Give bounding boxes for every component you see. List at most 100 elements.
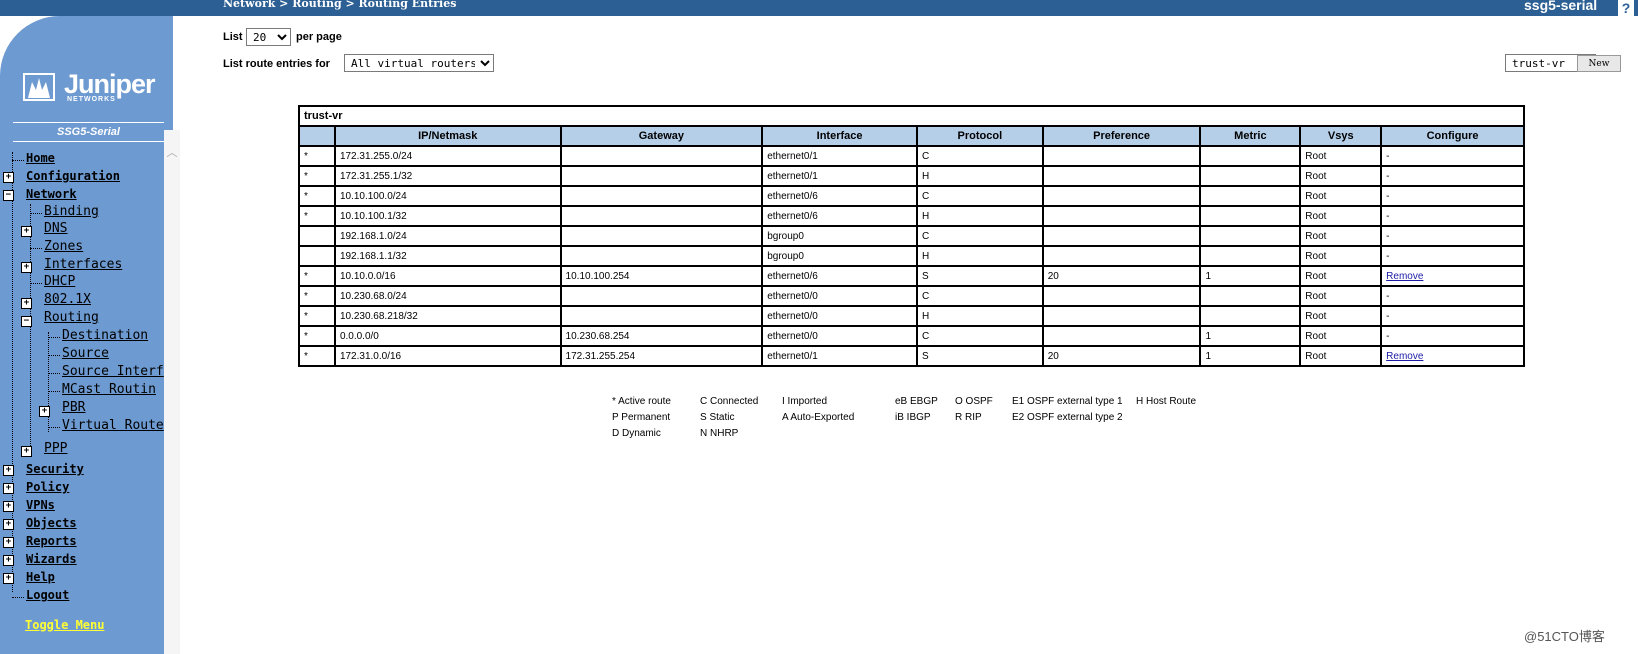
nav-routing-source[interactable]: Source — [62, 346, 109, 361]
virtual-router-filter-select[interactable]: All virtual routers — [344, 54, 494, 72]
table-cell — [559, 165, 764, 187]
routing-table: trust-vr IP/Netmask Gateway Interface Pr… — [298, 105, 1525, 367]
nav-zones[interactable]: Zones — [44, 239, 83, 254]
column-header: Preference — [1041, 125, 1202, 147]
nav-dhcp[interactable]: DHCP — [44, 274, 75, 289]
nav-8021x[interactable]: 802.1X — [44, 292, 91, 307]
table-cell — [1041, 225, 1202, 247]
table-cell — [1041, 145, 1202, 167]
table-cell — [1199, 185, 1302, 207]
nav-home[interactable]: Home — [26, 151, 55, 165]
nav-policy[interactable]: Policy — [26, 480, 69, 494]
expand-icon[interactable]: + — [39, 406, 50, 417]
table-cell — [559, 225, 764, 247]
nav-routing-mcast[interactable]: MCast Routin — [62, 382, 156, 397]
table-cell: 172.31.255.0/24 — [333, 145, 562, 167]
juniper-logo: Juniper NETWORKS — [22, 68, 162, 106]
tree-line — [30, 204, 31, 452]
table-cell — [1199, 145, 1302, 167]
table-cell: 10.230.68.254 — [559, 325, 764, 347]
table-cell: Root — [1299, 205, 1383, 227]
collapse-icon[interactable]: − — [3, 190, 14, 201]
expand-icon[interactable]: + — [21, 298, 32, 309]
table-cell: ethernet0/1 — [761, 145, 918, 167]
nav-routing[interactable]: Routing — [44, 310, 99, 325]
nav-ppp[interactable]: PPP — [44, 441, 67, 456]
nav-binding[interactable]: Binding — [44, 204, 99, 219]
nav-vpns[interactable]: VPNs — [26, 498, 55, 512]
table-cell — [1199, 225, 1302, 247]
expand-icon[interactable]: + — [21, 226, 32, 237]
nav-network[interactable]: Network — [26, 187, 77, 201]
table-cell: 1 — [1199, 325, 1302, 347]
table-cell — [1041, 185, 1202, 207]
table-row: * 10.10.100.0/24 ethernet0/6 C Root - — [298, 185, 1525, 207]
column-header: Gateway — [559, 125, 764, 147]
nav-reports[interactable]: Reports — [26, 534, 77, 548]
table-cell: - — [1380, 225, 1525, 247]
table-cell — [298, 225, 336, 247]
table-row: * 10.10.0.0/16 10.10.100.254 ethernet0/6 S 20… — [298, 265, 1525, 287]
expand-icon[interactable]: + — [3, 172, 14, 183]
nav-help[interactable]: Help — [26, 570, 55, 584]
table-cell — [1041, 245, 1202, 267]
nav-routing-pbr[interactable]: PBR — [62, 400, 85, 415]
sidebar-scrollbar[interactable] — [164, 130, 180, 654]
route-entries-label: List route entries for — [223, 58, 330, 70]
nav-routing-source-interface[interactable]: Source Interf — [62, 364, 164, 379]
table-cell — [1199, 285, 1302, 307]
table-cell: * — [298, 265, 336, 287]
table-cell — [559, 305, 764, 327]
expand-icon[interactable]: + — [3, 555, 14, 566]
nav-objects[interactable]: Objects — [26, 516, 77, 530]
expand-icon[interactable]: + — [21, 262, 32, 273]
nav-wizards[interactable]: Wizards — [26, 552, 77, 566]
table-row: * 172.31.255.0/24 ethernet0/1 C Root - — [298, 145, 1525, 167]
top-bar: Network > Routing > Routing Entries ssg5… — [0, 0, 1638, 16]
legend-item: eB EBGP — [895, 396, 938, 407]
expand-icon[interactable]: + — [21, 446, 32, 457]
legend-item: iB IBGP — [895, 412, 931, 423]
legend-item: A Auto-Exported — [782, 412, 855, 423]
column-header: Configure — [1380, 125, 1525, 147]
table-row: * 10.10.100.1/32 ethernet0/6 H Root - — [298, 205, 1525, 227]
nav-configuration[interactable]: Configuration — [26, 169, 120, 183]
table-cell: Root — [1299, 245, 1383, 267]
table-cell: 172.31.255.254 — [559, 345, 764, 367]
expand-icon[interactable]: + — [3, 519, 14, 530]
expand-icon[interactable]: + — [3, 483, 14, 494]
remove-route-link[interactable]: Remove — [1386, 271, 1423, 282]
nav-routing-destination[interactable]: Destination — [62, 328, 148, 343]
nav-dns[interactable]: DNS — [44, 221, 67, 236]
nav-security[interactable]: Security — [26, 462, 84, 476]
toggle-menu-link[interactable]: Toggle Menu — [25, 618, 104, 632]
collapse-icon[interactable]: − — [21, 316, 32, 327]
expand-icon[interactable]: + — [3, 573, 14, 584]
scroll-up-icon[interactable]: ︿ — [164, 144, 180, 159]
expand-icon[interactable]: + — [3, 537, 14, 548]
table-cell: ethernet0/0 — [761, 325, 918, 347]
table-cell: 192.168.1.1/32 — [333, 245, 562, 267]
table-cell: * — [298, 345, 336, 367]
watermark: @51CTO博客 — [1524, 629, 1605, 644]
nav-interfaces[interactable]: Interfaces — [44, 257, 122, 272]
expand-icon[interactable]: + — [3, 501, 14, 512]
remove-route-link[interactable]: Remove — [1386, 351, 1423, 362]
table-cell: S — [915, 345, 1044, 367]
nav-routing-virtual-routers[interactable]: Virtual Route — [62, 418, 164, 433]
table-cell: - — [1380, 305, 1525, 327]
page-size-select[interactable]: 20 — [246, 28, 291, 46]
nav-logout[interactable]: Logout — [26, 588, 69, 602]
device-name: ssg5-serial — [1524, 0, 1598, 13]
breadcrumb: Network > Routing > Routing Entries — [223, 0, 457, 10]
table-cell: ethernet0/0 — [761, 285, 918, 307]
help-button[interactable]: ? — [1618, 0, 1634, 16]
table-cell: Root — [1299, 325, 1383, 347]
table-cell — [559, 185, 764, 207]
table-row: * 10.230.68.218/32 ethernet0/0 H Root - — [298, 305, 1525, 327]
legend-item: P Permanent — [612, 412, 671, 423]
table-cell: C — [915, 325, 1044, 347]
table-cell: C — [915, 185, 1044, 207]
new-route-button[interactable]: New — [1577, 55, 1621, 72]
expand-icon[interactable]: + — [3, 465, 14, 476]
